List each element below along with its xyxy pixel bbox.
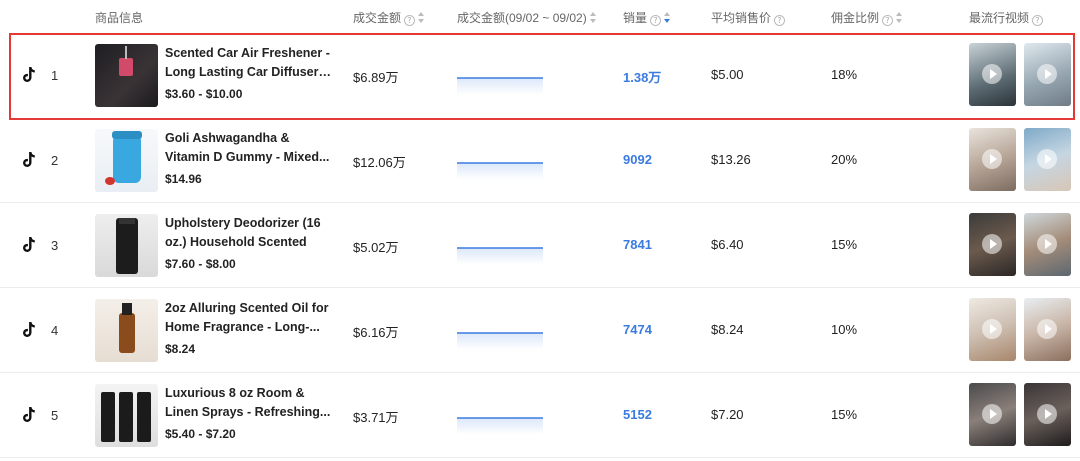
product-price-range: $14.96 — [165, 172, 202, 186]
gmv-value: $5.02万 — [353, 240, 399, 255]
avg-price-value: $7.20 — [711, 407, 744, 422]
product-thumbnail[interactable] — [95, 44, 158, 107]
gmv-value: $6.89万 — [353, 70, 399, 85]
rank-number: 5 — [51, 408, 59, 423]
play-icon[interactable] — [1037, 234, 1057, 254]
table-row[interactable]: 3 Upholstery Deodorizer (16 oz.) Househo… — [0, 203, 1080, 288]
gmv-sparkline — [457, 162, 543, 180]
product-price-range: $3.60 - $10.00 — [165, 87, 243, 101]
sales-value[interactable]: 1.38万 — [623, 67, 661, 86]
help-icon[interactable]: ? — [650, 15, 662, 26]
play-icon[interactable] — [982, 149, 1002, 169]
sales-value[interactable]: 5152 — [623, 407, 652, 422]
avg-price-value: $5.00 — [711, 67, 744, 82]
gmv-sparkline — [457, 77, 543, 95]
commission-value: 20% — [831, 152, 858, 167]
gmv-sparkline — [457, 417, 543, 435]
video-thumbnail[interactable] — [1024, 383, 1071, 446]
play-icon[interactable] — [982, 404, 1002, 424]
sales-value[interactable]: 7474 — [623, 322, 652, 337]
table-row[interactable]: 1 Scented Car Air Freshener - Long Lasti… — [9, 33, 1075, 120]
gmv-sparkline — [457, 332, 543, 350]
header-gmv-range[interactable]: 成交金额(09/02 ~ 09/02) — [457, 0, 597, 34]
video-thumbnail[interactable] — [969, 298, 1016, 361]
gmv-value: $6.16万 — [353, 325, 399, 340]
play-icon[interactable] — [1037, 319, 1057, 339]
header-top-videos: 最流行视频? — [969, 0, 1044, 34]
video-thumbnail[interactable] — [1024, 128, 1071, 191]
help-icon[interactable]: ? — [1032, 15, 1044, 26]
table-row[interactable]: 5 Luxurious 8 oz Room & Linen Sprays - R… — [0, 373, 1080, 458]
help-icon[interactable]: ? — [882, 15, 894, 26]
avg-price-value: $6.40 — [711, 237, 744, 252]
sort-icon[interactable] — [589, 12, 597, 23]
header-avg-price: 平均销售价? — [711, 0, 786, 34]
header-product-info: 商品信息 — [95, 11, 144, 25]
rank-number: 1 — [51, 68, 59, 83]
sort-icon[interactable] — [896, 12, 903, 23]
avg-price-value: $13.26 — [711, 152, 751, 167]
gmv-value: $12.06万 — [353, 155, 406, 170]
commission-value: 10% — [831, 322, 858, 337]
product-title[interactable]: Upholstery Deodorizer (16 oz.) Household… — [165, 214, 335, 252]
tiktok-icon — [23, 322, 35, 337]
video-thumbnail[interactable] — [1024, 43, 1071, 106]
header-sales[interactable]: 销量? — [623, 0, 671, 34]
rank-number: 3 — [51, 238, 59, 253]
rank-number: 2 — [51, 153, 59, 168]
sort-desc-icon[interactable] — [664, 12, 671, 23]
product-thumbnail[interactable] — [95, 299, 158, 362]
product-title[interactable]: Goli Ashwagandha & Vitamin D Gummy - Mix… — [165, 129, 335, 167]
product-thumbnail[interactable] — [95, 129, 158, 192]
play-icon[interactable] — [982, 64, 1002, 84]
product-price-range: $8.24 — [165, 342, 196, 356]
play-icon[interactable] — [982, 234, 1002, 254]
product-thumbnail[interactable] — [95, 384, 158, 447]
product-price-range: $5.40 - $7.20 — [165, 427, 236, 441]
product-title[interactable]: 2oz Alluring Scented Oil for Home Fragra… — [165, 299, 335, 337]
header-commission[interactable]: 佣金比例? — [831, 0, 903, 34]
play-icon[interactable] — [1037, 64, 1057, 84]
tiktok-icon — [23, 407, 35, 422]
product-title[interactable]: Luxurious 8 oz Room & Linen Sprays - Ref… — [165, 384, 335, 422]
play-icon[interactable] — [1037, 149, 1057, 169]
table-header: 商品信息 成交金额? 成交金额(09/02 ~ 09/02) 销量? 平均销售价… — [0, 0, 1080, 34]
commission-value: 15% — [831, 237, 858, 252]
commission-value: 18% — [831, 67, 858, 82]
tiktok-icon — [23, 237, 35, 252]
product-price-range: $7.60 - $8.00 — [165, 257, 236, 271]
sales-value[interactable]: 9092 — [623, 152, 652, 167]
product-thumbnail[interactable] — [95, 214, 158, 277]
tiktok-icon — [23, 67, 35, 82]
video-thumbnail[interactable] — [1024, 213, 1071, 276]
table-row[interactable]: 4 2oz Alluring Scented Oil for Home Frag… — [0, 288, 1080, 373]
gmv-value: $3.71万 — [353, 410, 399, 425]
help-icon[interactable]: ? — [404, 15, 416, 26]
tiktok-icon — [23, 152, 35, 167]
sort-icon[interactable] — [418, 12, 425, 23]
header-gmv[interactable]: 成交金额? — [353, 0, 425, 34]
commission-value: 15% — [831, 407, 858, 422]
play-icon[interactable] — [982, 319, 1002, 339]
sales-value[interactable]: 7841 — [623, 237, 652, 252]
product-title[interactable]: Scented Car Air Freshener - Long Lasting… — [165, 44, 335, 82]
video-thumbnail[interactable] — [969, 43, 1016, 106]
video-thumbnail[interactable] — [969, 128, 1016, 191]
video-thumbnail[interactable] — [969, 383, 1016, 446]
play-icon[interactable] — [1037, 404, 1057, 424]
rank-number: 4 — [51, 323, 59, 338]
video-thumbnail[interactable] — [1024, 298, 1071, 361]
help-icon[interactable]: ? — [774, 15, 786, 26]
gmv-sparkline — [457, 247, 543, 265]
video-thumbnail[interactable] — [969, 213, 1016, 276]
table-row[interactable]: 2 Goli Ashwagandha & Vitamin D Gummy - M… — [0, 118, 1080, 203]
avg-price-value: $8.24 — [711, 322, 744, 337]
